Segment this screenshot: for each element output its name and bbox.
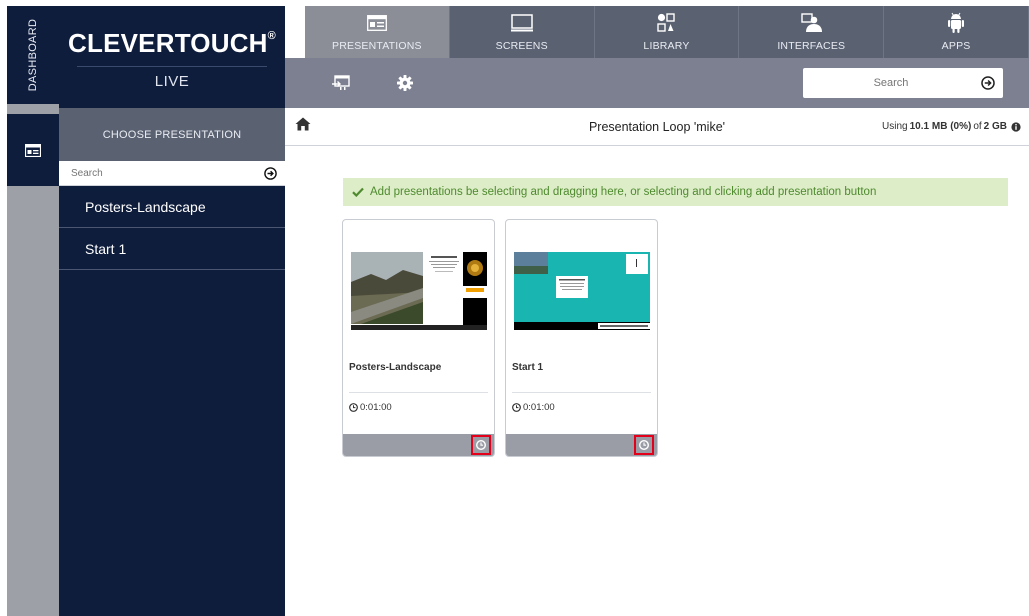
android-icon [948, 12, 965, 33]
storage-usage: Using 10.1 MB (0%) of 2 GB [882, 121, 1021, 132]
sidebar: CHOOSE PRESENTATION Posters-Landscape St… [59, 108, 285, 616]
sidebar-header: CHOOSE PRESENTATION [59, 108, 285, 161]
set-duration-button[interactable] [634, 435, 654, 455]
checkmark-icon [352, 187, 364, 197]
tab-label: PRESENTATIONS [332, 40, 422, 52]
settings-button[interactable] [393, 72, 417, 94]
info-alert: Add presentations be selecting and dragg… [343, 178, 1008, 206]
brand-subtitle: LIVE [154, 73, 190, 90]
app-root: DASHBOARD CLEVERTOUCH® LIVE CHOOSE PRESE… [0, 0, 1029, 616]
toolbar-search [803, 68, 1003, 98]
tab-label: INTERFACES [777, 40, 846, 52]
list-item[interactable]: Posters-Landscape [59, 186, 285, 228]
clock-icon [512, 403, 521, 412]
brand-divider [77, 66, 267, 67]
presentation-thumbnail [514, 252, 650, 330]
sidebar-search-input[interactable] [71, 167, 231, 179]
alert-text: Add presentations be selecting and dragg… [370, 186, 877, 198]
card-divider [512, 392, 651, 393]
clock-icon [639, 440, 649, 450]
add-to-loop-button[interactable] [329, 72, 353, 94]
clock-icon [349, 403, 358, 412]
tab-screens[interactable]: SCREENS [450, 6, 595, 58]
dashboard-rail-button[interactable]: DASHBOARD [7, 6, 59, 104]
tab-label: APPS [941, 40, 971, 52]
set-duration-button[interactable] [471, 435, 491, 455]
card-title: Start 1 [512, 362, 544, 373]
tab-apps[interactable]: APPS [884, 6, 1029, 58]
presentation-card[interactable]: Start 1 0:01:00 [505, 219, 658, 457]
rail-presentations-button[interactable] [7, 114, 59, 186]
presentation-icon [366, 15, 387, 31]
gear-icon [397, 75, 413, 91]
brand-panel: CLEVERTOUCH® LIVE [59, 6, 285, 108]
presentation-list: Posters-Landscape Start 1 [59, 186, 285, 270]
clock-icon [476, 440, 486, 450]
monitor-icon [510, 14, 533, 32]
card-divider [349, 392, 488, 393]
tab-presentations[interactable]: PRESENTATIONS [305, 6, 450, 58]
toolbar [285, 58, 1029, 108]
sidebar-search [59, 161, 285, 186]
card-duration: 0:01:00 [349, 402, 392, 413]
arrow-circle-right-icon[interactable] [264, 166, 277, 180]
tab-label: LIBRARY [643, 40, 690, 52]
presentation-card[interactable]: Posters-Landscape 0:01:00 [342, 219, 495, 457]
toolbar-search-input[interactable] [813, 77, 969, 89]
presentation-icon [25, 143, 41, 157]
tab-interfaces[interactable]: INTERFACES [739, 6, 885, 58]
interfaces-icon [801, 13, 823, 32]
card-duration: 0:01:00 [512, 402, 555, 413]
brand-logo: CLEVERTOUCH® [68, 28, 276, 58]
add-to-loop-icon [332, 75, 350, 90]
tab-library[interactable]: LIBRARY [595, 6, 740, 58]
top-navigation: PRESENTATIONS SCREENS LIBRARY INTERFACES… [305, 6, 1029, 58]
library-icon [657, 13, 676, 32]
list-item[interactable]: Start 1 [59, 228, 285, 270]
tab-label: SCREENS [495, 40, 548, 52]
list-item-label: Start 1 [85, 240, 127, 257]
presentation-thumbnail [351, 252, 487, 330]
card-title: Posters-Landscape [349, 362, 442, 373]
content-header: Presentation Loop 'mike' Using 10.1 MB (… [285, 108, 1029, 146]
left-rail: DASHBOARD [7, 6, 59, 616]
arrow-circle-right-icon[interactable] [981, 76, 995, 90]
card-footer [343, 434, 494, 456]
info-icon[interactable] [1011, 121, 1021, 132]
dashboard-label: DASHBOARD [27, 18, 40, 92]
list-item-label: Posters-Landscape [85, 198, 206, 215]
card-footer [506, 434, 657, 456]
